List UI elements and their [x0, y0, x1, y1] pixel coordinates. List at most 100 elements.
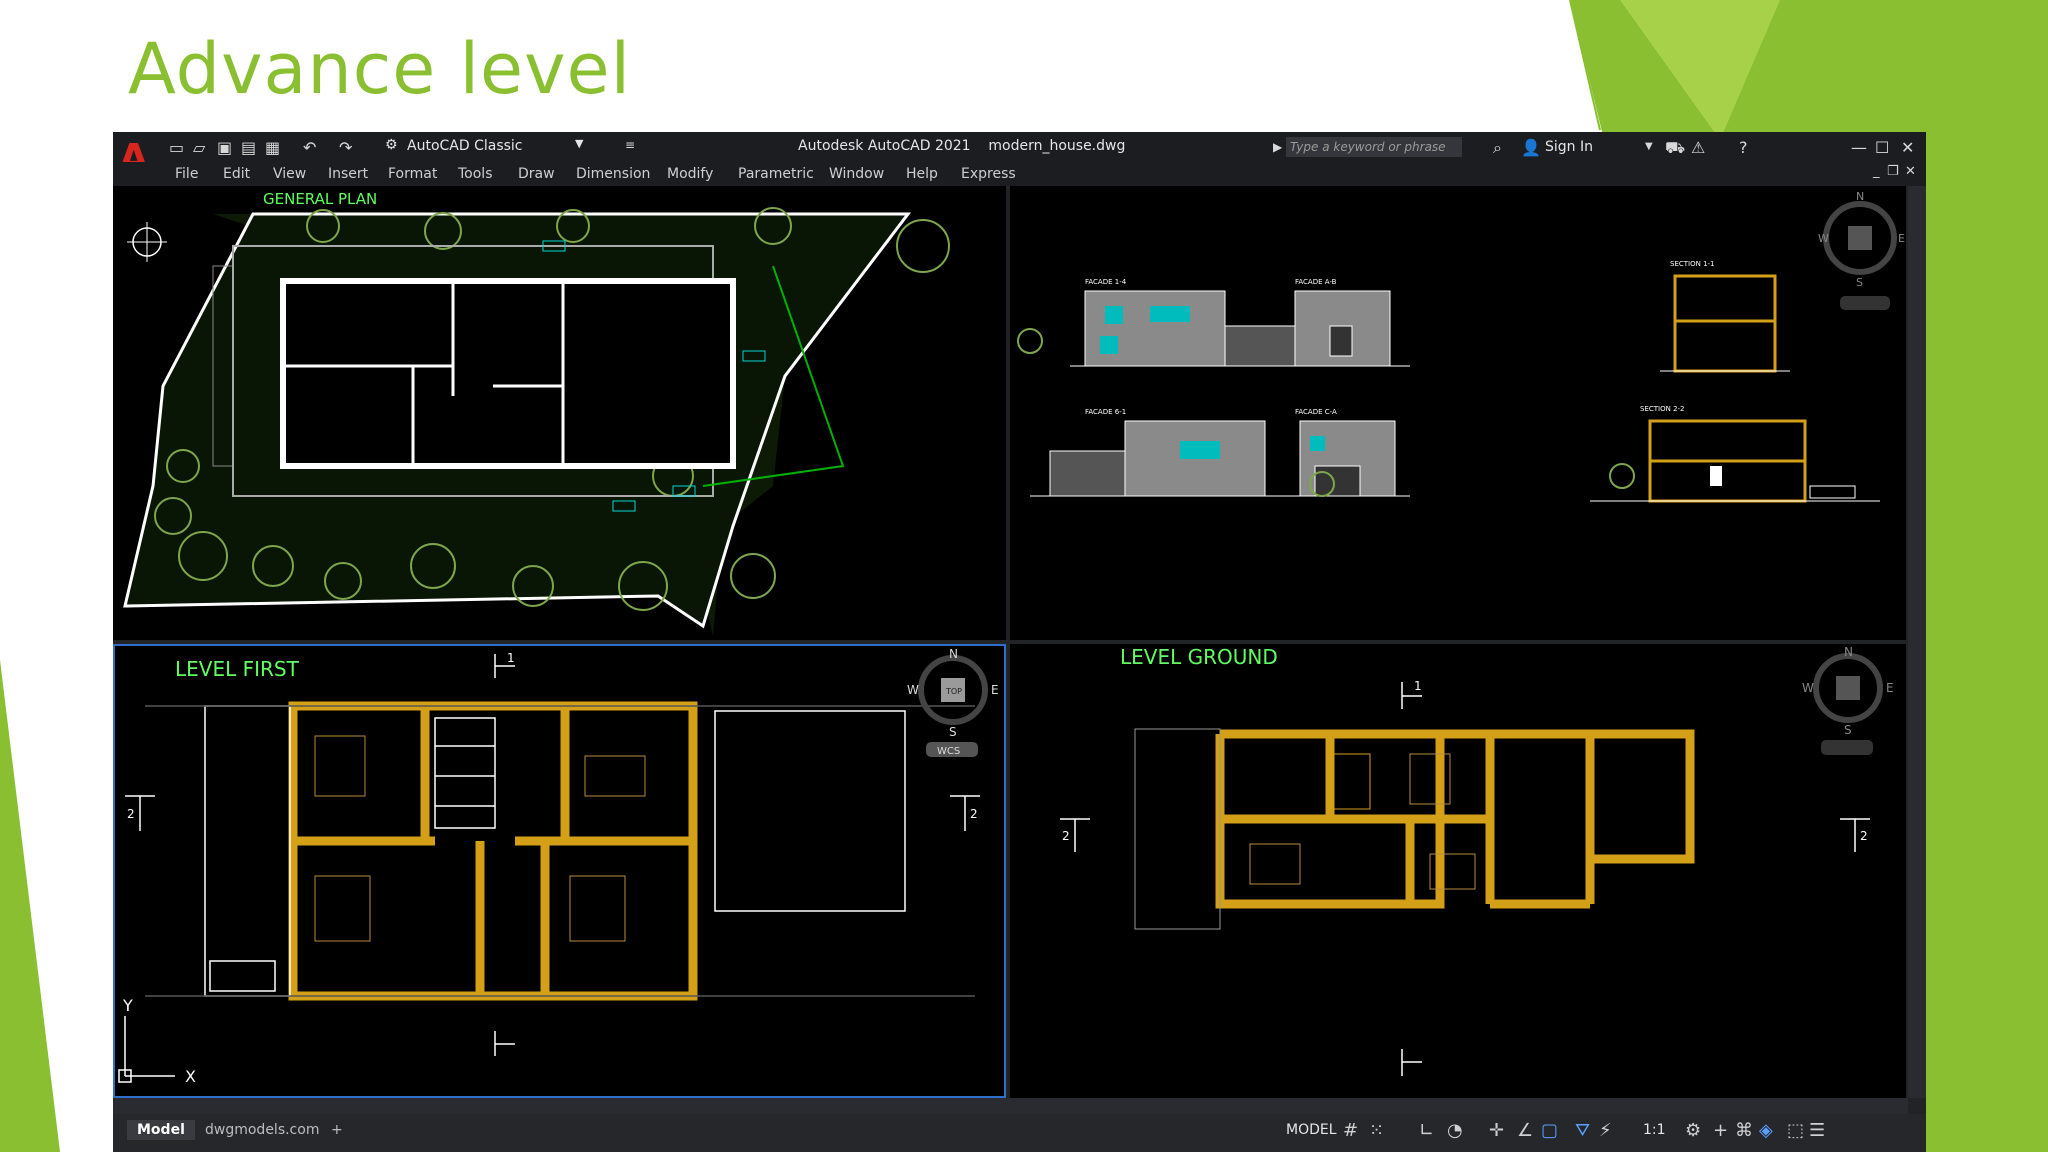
- customize-icon[interactable]: ≡: [625, 138, 635, 152]
- svg-text:W: W: [1818, 232, 1829, 245]
- level-first-label: LEVEL FIRST: [175, 657, 300, 681]
- level-ground-drawing: LEVEL GROUND 2 2 1 N S E W: [1060, 645, 1894, 1076]
- add-layout-button[interactable]: +: [331, 1122, 343, 1138]
- undo-icon[interactable]: ↶: [303, 138, 316, 157]
- menu-view[interactable]: View: [273, 166, 306, 182]
- save-icon[interactable]: ▣: [217, 138, 232, 157]
- svg-text:N: N: [1844, 645, 1853, 659]
- facade-label-2: FACADE A-B: [1295, 278, 1337, 286]
- maximize-icon[interactable]: ☐: [1875, 138, 1889, 157]
- viewport-level-first[interactable]: LEVEL FIRST 2 2 1 TOP N S E W WCS Y X: [113, 644, 1006, 1098]
- redo-icon[interactable]: ↷: [339, 138, 352, 157]
- tab-dwgmodels[interactable]: dwgmodels.com: [205, 1122, 319, 1138]
- first-floor-details: [145, 705, 975, 997]
- horizontal-scrollbar[interactable]: [113, 1098, 1908, 1114]
- north-arrow-icon: [127, 222, 167, 262]
- svg-text:W: W: [1802, 681, 1814, 695]
- menu-modify[interactable]: Modify: [667, 166, 713, 182]
- svg-text:E: E: [1886, 681, 1894, 695]
- svg-text:2: 2: [1062, 829, 1070, 843]
- plot-icon[interactable]: ▦: [265, 138, 280, 157]
- autodesk-account-icon[interactable]: ⚠: [1691, 138, 1705, 157]
- units-icon[interactable]: ⌘: [1735, 1120, 1753, 1141]
- facade-c-a: [1280, 420, 1410, 497]
- minimize-icon[interactable]: —: [1851, 138, 1867, 157]
- model-space-toggle[interactable]: MODEL: [1286, 1122, 1337, 1138]
- doc-close-icon[interactable]: ✕: [1905, 164, 1916, 179]
- cart-icon[interactable]: ⛟: [1665, 138, 1685, 159]
- new-file-icon[interactable]: ▭: [169, 138, 184, 157]
- svg-text:TOP: TOP: [945, 687, 962, 696]
- menu-tools[interactable]: Tools: [458, 166, 493, 182]
- viewcube-facades[interactable]: N S E W: [1818, 190, 1905, 310]
- close-icon[interactable]: ✕: [1901, 138, 1914, 157]
- section-markers-ground: 2 2 1: [1060, 679, 1870, 1076]
- menu-file[interactable]: File: [175, 166, 198, 182]
- sign-in-link[interactable]: Sign In: [1545, 139, 1593, 155]
- osnap-icon[interactable]: ✛: [1489, 1120, 1504, 1141]
- facade-6-1: [1030, 420, 1320, 497]
- svg-text:2: 2: [127, 807, 135, 821]
- open-icon[interactable]: ▱: [193, 138, 205, 157]
- viewport-general-plan[interactable]: GENERAL PLAN: [113, 186, 1006, 640]
- menu-window[interactable]: Window: [829, 166, 884, 182]
- facade-1-4: [1070, 290, 1320, 367]
- viewport-facades[interactable]: FACADE 1-4 FACADE A-B SECTION 1-1 FACADE…: [1010, 186, 1906, 640]
- menu-edit[interactable]: Edit: [223, 166, 250, 182]
- facades-drawing: FACADE 1-4 FACADE A-B SECTION 1-1 FACADE…: [1017, 190, 1905, 503]
- svg-text:S: S: [1856, 276, 1863, 289]
- tab-model[interactable]: Model: [127, 1120, 195, 1140]
- viewcube-first[interactable]: TOP N S E W WCS: [907, 647, 999, 757]
- workspace-switch-gear-icon[interactable]: ⚙: [1685, 1120, 1701, 1141]
- chevron-down-icon[interactable]: ▼: [1645, 141, 1653, 152]
- search-input[interactable]: Type a keyword or phrase: [1286, 137, 1462, 157]
- svg-text:Y: Y: [122, 996, 133, 1015]
- annotation-visibility-icon[interactable]: ⛛: [1575, 1120, 1590, 1141]
- customization-menu-icon[interactable]: ☰: [1809, 1120, 1825, 1141]
- menu-parametric[interactable]: Parametric: [738, 166, 814, 182]
- menu-draw[interactable]: Draw: [518, 166, 555, 182]
- grid-icon[interactable]: #: [1343, 1120, 1358, 1141]
- facade-label-5: FACADE C-A: [1295, 408, 1337, 416]
- ucs-icon: Y X: [118, 996, 196, 1086]
- gear-icon: ⚙: [385, 137, 398, 153]
- viewport-level-ground[interactable]: LEVEL GROUND 2 2 1 N S E W: [1010, 644, 1906, 1098]
- ortho-icon[interactable]: ∟: [1419, 1120, 1434, 1141]
- save-as-icon[interactable]: ▤: [241, 138, 256, 157]
- app-title: Autodesk AutoCAD 2021 modern_house.dwg: [798, 138, 1126, 154]
- chevron-right-icon[interactable]: ▶: [1273, 140, 1282, 154]
- svg-text:E: E: [1898, 232, 1905, 245]
- svg-text:S: S: [1844, 723, 1852, 737]
- section-1-1: [1660, 274, 1790, 373]
- selection-cycling-icon[interactable]: ▢: [1541, 1120, 1558, 1141]
- viewcube-ground[interactable]: N S E W: [1802, 645, 1894, 755]
- search-icon[interactable]: ⌕: [1493, 138, 1502, 158]
- first-floor-walls: [288, 701, 698, 1001]
- snap-icon[interactable]: ⁙: [1369, 1120, 1384, 1141]
- svg-text:1: 1: [1414, 679, 1422, 693]
- annotation-monitor-icon[interactable]: +: [1713, 1120, 1728, 1141]
- level-first-drawing: LEVEL FIRST 2 2 1 TOP N S E W WCS Y X: [118, 647, 999, 1086]
- svg-text:2: 2: [1860, 829, 1868, 843]
- menu-help[interactable]: Help: [906, 166, 938, 182]
- svg-text:2: 2: [970, 807, 978, 821]
- menu-dimension[interactable]: Dimension: [576, 166, 650, 182]
- annotation-scale[interactable]: 1:1: [1643, 1122, 1666, 1138]
- doc-restore-icon[interactable]: ❐: [1887, 164, 1899, 179]
- auto-scale-icon[interactable]: ⚡: [1599, 1120, 1612, 1141]
- polar-icon[interactable]: ◔: [1447, 1120, 1463, 1141]
- menu-insert[interactable]: Insert: [328, 166, 368, 182]
- clean-screen-icon[interactable]: ⬚: [1787, 1120, 1804, 1141]
- doc-minimize-icon[interactable]: _: [1873, 164, 1880, 179]
- quick-properties-icon[interactable]: ◈: [1759, 1120, 1773, 1141]
- vertical-scrollbar[interactable]: [1908, 186, 1926, 1098]
- facade-label-6: SECTION 2-2: [1640, 405, 1685, 413]
- help-icon[interactable]: ?: [1739, 138, 1748, 157]
- svg-text:S: S: [949, 725, 957, 739]
- svg-text:N: N: [949, 647, 958, 661]
- menu-express[interactable]: Express: [961, 166, 1016, 182]
- facade-label-4: FACADE 6-1: [1085, 408, 1126, 416]
- dynamic-ucs-icon[interactable]: ∠: [1517, 1120, 1533, 1141]
- workspace-dropdown[interactable]: ⚙ AutoCAD Classic ▼: [385, 137, 611, 157]
- menu-format[interactable]: Format: [388, 166, 437, 182]
